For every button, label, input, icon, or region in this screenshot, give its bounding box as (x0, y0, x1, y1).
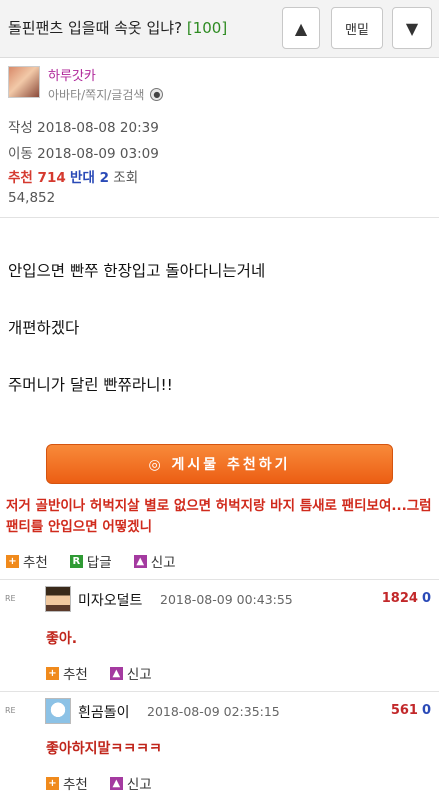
reply-action[interactable]: R 답글 (69, 551, 112, 571)
comment-date: 2018-08-09 02:35:15 (147, 704, 280, 719)
comment-author[interactable]: 미자오덜트 (78, 590, 142, 610)
comment-recommend-label[interactable]: 추천 (63, 773, 88, 793)
level-icon: ● (150, 88, 164, 101)
comment-recommend-action[interactable]: + 추천 (46, 663, 88, 683)
re-label: RE (5, 706, 16, 715)
comment-recommend: 561 (390, 703, 418, 718)
author-info: 하루갓카 아바타/쪽지/글검색 ● 작성 2018-08-08 20:39 이동… (0, 58, 439, 218)
page-header: 돌핀팬츠 입을때 속옷 입냐? [100] ▲ 맨밑 ▼ (0, 0, 439, 58)
comment-date: 2018-08-09 00:43:55 (160, 592, 293, 607)
comment-opposite: 0 (421, 703, 431, 718)
views-count: 54,852 (8, 190, 56, 206)
divider (0, 579, 439, 580)
report-action-label[interactable]: 신고 (151, 551, 176, 571)
comment-report-label[interactable]: 신고 (127, 663, 152, 683)
created-date: 2018-08-08 20:39 (37, 120, 159, 136)
moved-date: 2018-08-09 03:09 (37, 146, 159, 162)
plus-icon: + (46, 666, 59, 680)
moved-label: 이동 (8, 146, 33, 162)
post-line-3: 주머니가 달린 빤쮸라니!! (8, 376, 173, 394)
reply-action-label[interactable]: 답글 (87, 551, 112, 571)
created-label: 작성 (8, 120, 33, 136)
post-title: 돌핀팬츠 입을때 속옷 입냐? [100] (8, 17, 227, 38)
plus-icon: + (46, 776, 59, 790)
recommend-label: 추천 (8, 170, 33, 186)
author-links-text[interactable]: 아바타/쪽지/글검색 (48, 86, 144, 103)
post-line-2: 개편하겠다 (8, 319, 80, 337)
comment-report-action[interactable]: ▲ 신고 (109, 773, 152, 793)
best-reply-text: 저거 골반이나 허벅지살 별로 없으면 허벅지랑 바지 틈새로 팬티보여...그… (6, 498, 432, 535)
opposite-count: 2 (99, 170, 109, 186)
comment-recommend: 1824 (381, 591, 418, 606)
recommend-action-label[interactable]: 추천 (23, 551, 48, 571)
divider (0, 691, 439, 692)
report-icon: ▲ (109, 776, 123, 790)
reply-icon: R (69, 554, 83, 568)
comment-score: 561 0 (391, 703, 431, 718)
reply-count[interactable]: [100] (187, 19, 227, 37)
moved-row: 이동 2018-08-09 03:09 (8, 142, 159, 162)
comment-header: RE 미자오덜트 2018-08-09 00:43:55 1824 0 (0, 586, 439, 614)
plus-icon: + (6, 554, 19, 568)
comment-recommend-label[interactable]: 추천 (63, 663, 88, 683)
recommend-action[interactable]: + 추천 (6, 551, 48, 571)
comment-recommend-action[interactable]: + 추천 (46, 773, 88, 793)
opposite-label: 반대 (70, 170, 95, 186)
report-icon: ▲ (109, 666, 123, 680)
comment-score: 1824 0 (382, 591, 431, 606)
scroll-down-button[interactable]: ▼ (392, 7, 432, 49)
post-title-text: 돌핀팬츠 입을때 속옷 입냐? (8, 19, 183, 37)
comment-actions: + 추천 ▲ 신고 (46, 663, 174, 683)
avatar[interactable] (8, 66, 40, 98)
comment-header: RE 흰곰돌이 2018-08-09 02:35:15 561 0 (0, 698, 439, 726)
comment-actions: + 추천 ▲ 신고 (46, 773, 174, 793)
views-label: 조회 (113, 170, 139, 186)
stats-row: 추천 714 반대 2 조회 (8, 166, 138, 186)
recommend-post-button[interactable]: ◎ 게시물 추천하기 (46, 444, 393, 484)
comment-author[interactable]: 흰곰돌이 (78, 702, 130, 722)
author-links[interactable]: 아바타/쪽지/글검색 ● (48, 86, 164, 103)
comment-opposite: 0 (421, 591, 431, 606)
report-action[interactable]: ▲ 신고 (133, 551, 176, 571)
avatar[interactable] (45, 698, 71, 724)
post-actions: + 추천 R 답글 ▲ 신고 (6, 551, 198, 571)
created-row: 작성 2018-08-08 20:39 (8, 116, 159, 136)
author-nickname[interactable]: 하루갓카 (48, 65, 96, 84)
recommend-count: 714 (37, 170, 66, 186)
comment-text: 좋아. (46, 631, 78, 647)
comment-report-label[interactable]: 신고 (127, 773, 152, 793)
comment-report-action[interactable]: ▲ 신고 (109, 663, 152, 683)
comment-text: 좋아하지말ㅋㅋㅋㅋ (46, 741, 162, 757)
post-line-1: 안입으면 빤쭈 한장입고 돌아다니는거네 (8, 262, 266, 280)
scroll-up-button[interactable]: ▲ (282, 7, 320, 49)
scroll-bottom-button[interactable]: 맨밑 (331, 7, 383, 49)
avatar[interactable] (45, 586, 71, 612)
report-icon: ▲ (133, 554, 147, 568)
re-label: RE (5, 594, 16, 603)
